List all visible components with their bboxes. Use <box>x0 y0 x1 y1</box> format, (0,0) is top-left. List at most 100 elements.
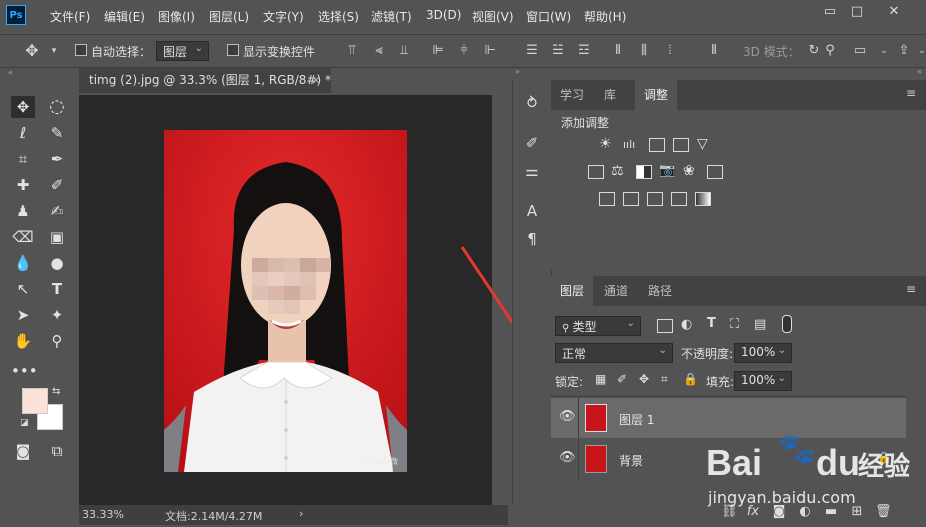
menu-filter[interactable]: 滤镜(T) <box>371 8 412 25</box>
brush-settings-icon[interactable]: ✐ <box>521 132 543 154</box>
history-icon[interactable]: ⥁ <box>521 92 543 114</box>
opacity-input[interactable]: 100% ⌄ <box>734 343 792 363</box>
black-white-icon[interactable] <box>636 165 652 179</box>
distribute-left-icon[interactable]: ⦀ <box>610 43 626 59</box>
auto-align-icon[interactable]: ⫴ <box>706 43 722 59</box>
character-icon[interactable]: A <box>521 200 543 222</box>
panel-menu-icon[interactable]: ≡ <box>906 282 916 296</box>
restore-button[interactable]: □ <box>843 2 871 22</box>
show-transform-checkbox[interactable] <box>227 44 239 56</box>
panel-menu-icon[interactable]: ≡ <box>906 86 916 100</box>
color-balance-icon[interactable]: ⚖ <box>611 163 624 179</box>
move-tool-icon[interactable]: ✥ <box>11 96 35 118</box>
shape-tool-icon[interactable]: ✦ <box>45 304 69 326</box>
align-hcenter-icon[interactable]: ⫩ <box>456 43 472 59</box>
align-bottom-icon[interactable]: ⫫ <box>396 43 412 59</box>
menu-view[interactable]: 视图(V) <box>472 8 514 25</box>
share-icon[interactable]: ⇪ <box>896 43 912 59</box>
eye-icon[interactable]: 👁 <box>559 409 576 424</box>
posterize-icon[interactable] <box>623 192 639 206</box>
workspace-icon[interactable]: ▭ <box>850 43 870 59</box>
eye-icon[interactable]: 👁 <box>559 450 576 465</box>
tab-libraries[interactable]: 库 <box>595 80 625 110</box>
channel-mixer-icon[interactable]: ❀ <box>683 163 695 179</box>
lock-all-icon[interactable]: 🔒 <box>683 372 698 386</box>
move-tool-icon[interactable]: ✥ <box>24 43 40 59</box>
crop-tool-icon[interactable]: ⌗ <box>11 148 35 170</box>
filter-pixel-icon[interactable] <box>657 319 673 333</box>
fill-input[interactable]: 100% ⌄ <box>734 371 792 391</box>
tab-adjustments[interactable]: 调整 <box>635 80 678 110</box>
menu-3d[interactable]: 3D(D) <box>426 8 461 22</box>
filter-smart-object-icon[interactable]: ▤ <box>754 317 766 332</box>
auto-select-checkbox[interactable] <box>75 44 87 56</box>
search-icon[interactable]: ⚲ <box>822 43 838 59</box>
tab-layers[interactable]: 图层 <box>551 276 594 306</box>
history-brush-tool-icon[interactable]: ✍ <box>45 200 69 222</box>
tab-learn[interactable]: 学习 <box>551 80 593 110</box>
menu-edit[interactable]: 编辑(E) <box>104 8 145 25</box>
lasso-tool-icon[interactable]: ℓ <box>11 122 35 144</box>
color-lookup-icon[interactable] <box>707 165 723 179</box>
hue-saturation-icon[interactable] <box>588 165 604 179</box>
screen-mode-icon[interactable]: ⧉ <box>45 440 69 462</box>
photo-filter-icon[interactable]: 📷 <box>659 163 675 178</box>
minimize-button[interactable]: ▭ <box>816 2 844 22</box>
foreground-color-swatch[interactable] <box>22 388 48 414</box>
curves-icon[interactable] <box>649 138 665 152</box>
healing-brush-tool-icon[interactable]: ✚ <box>11 174 35 196</box>
filter-toggle[interactable] <box>782 315 792 333</box>
lock-image-icon[interactable]: ✐ <box>617 372 627 386</box>
close-button[interactable]: ✕ <box>880 2 908 22</box>
align-right-icon[interactable]: ⊩ <box>482 43 498 59</box>
chevron-down-icon[interactable]: ⌄ <box>914 43 926 59</box>
chevron-right-icon[interactable]: › <box>299 507 303 520</box>
threshold-icon[interactable] <box>647 192 663 206</box>
menu-file[interactable]: 文件(F) <box>50 8 90 25</box>
zoom-tool-icon[interactable]: ⚲ <box>45 330 69 352</box>
align-vcenter-icon[interactable]: ⫷ <box>371 43 387 59</box>
path-select-tool-icon[interactable]: ➤ <box>11 304 35 326</box>
menu-image[interactable]: 图像(I) <box>158 8 195 25</box>
menu-window[interactable]: 窗口(W) <box>526 8 571 25</box>
gradient-tool-icon[interactable]: ▣ <box>45 226 69 248</box>
lock-position-icon[interactable]: ✥ <box>639 372 649 386</box>
eyedropper-tool-icon[interactable]: ✒ <box>45 148 69 170</box>
brightness-icon[interactable]: ☀ <box>599 136 612 152</box>
lock-transparent-icon[interactable]: ▦ <box>595 372 606 386</box>
quick-select-tool-icon[interactable]: ✎ <box>45 122 69 144</box>
distribute-vcenter-icon[interactable]: ☱ <box>550 43 566 59</box>
layer-name[interactable]: 背景 <box>619 452 643 469</box>
type-tool-icon[interactable]: T <box>45 278 69 300</box>
filter-type-icon[interactable]: T <box>707 316 716 331</box>
levels-icon[interactable]: ıılı <box>623 138 635 151</box>
menu-layer[interactable]: 图层(L) <box>209 8 249 25</box>
tab-channels[interactable]: 通道 <box>595 276 637 306</box>
zoom-level[interactable]: 33.33% <box>82 508 124 521</box>
filter-adjustment-icon[interactable]: ◐ <box>681 317 692 332</box>
tab-paths[interactable]: 路径 <box>639 276 681 306</box>
blend-mode-dropdown[interactable]: 正常 ⌄ <box>555 343 673 363</box>
menu-type[interactable]: 文字(Y) <box>263 8 304 25</box>
collapse-icon[interactable]: » <box>515 67 520 76</box>
layer-name[interactable]: 图层 1 <box>619 411 654 428</box>
gradient-map-icon[interactable] <box>695 192 711 206</box>
align-left-icon[interactable]: ⊫ <box>430 43 446 59</box>
clone-stamp-tool-icon[interactable]: ♟ <box>11 200 35 222</box>
chevron-down-icon[interactable]: ⌄ <box>876 43 892 59</box>
align-top-icon[interactable]: ⫪ <box>344 43 360 59</box>
quick-mask-icon[interactable]: ◙ <box>11 440 35 462</box>
exposure-icon[interactable] <box>673 138 689 152</box>
blur-tool-icon[interactable]: 💧 <box>11 252 35 274</box>
hand-tool-icon[interactable]: ✋ <box>11 330 35 352</box>
menu-select[interactable]: 选择(S) <box>318 8 359 25</box>
brush-presets-icon[interactable]: ⚌ <box>521 160 543 182</box>
distribute-right-icon[interactable]: ⦙ <box>662 43 678 59</box>
pen-tool-icon[interactable]: ↖ <box>11 278 35 300</box>
vibrance-icon[interactable]: ▽ <box>697 136 708 152</box>
marquee-tool-icon[interactable]: ◌ <box>45 96 69 118</box>
paragraph-icon[interactable]: ¶ <box>521 228 543 250</box>
layer-filter-dropdown[interactable]: ⚲ 类型 ⌄ <box>555 316 641 336</box>
distribute-hcenter-icon[interactable]: ⫼ <box>636 43 652 59</box>
menu-help[interactable]: 帮助(H) <box>584 8 626 25</box>
